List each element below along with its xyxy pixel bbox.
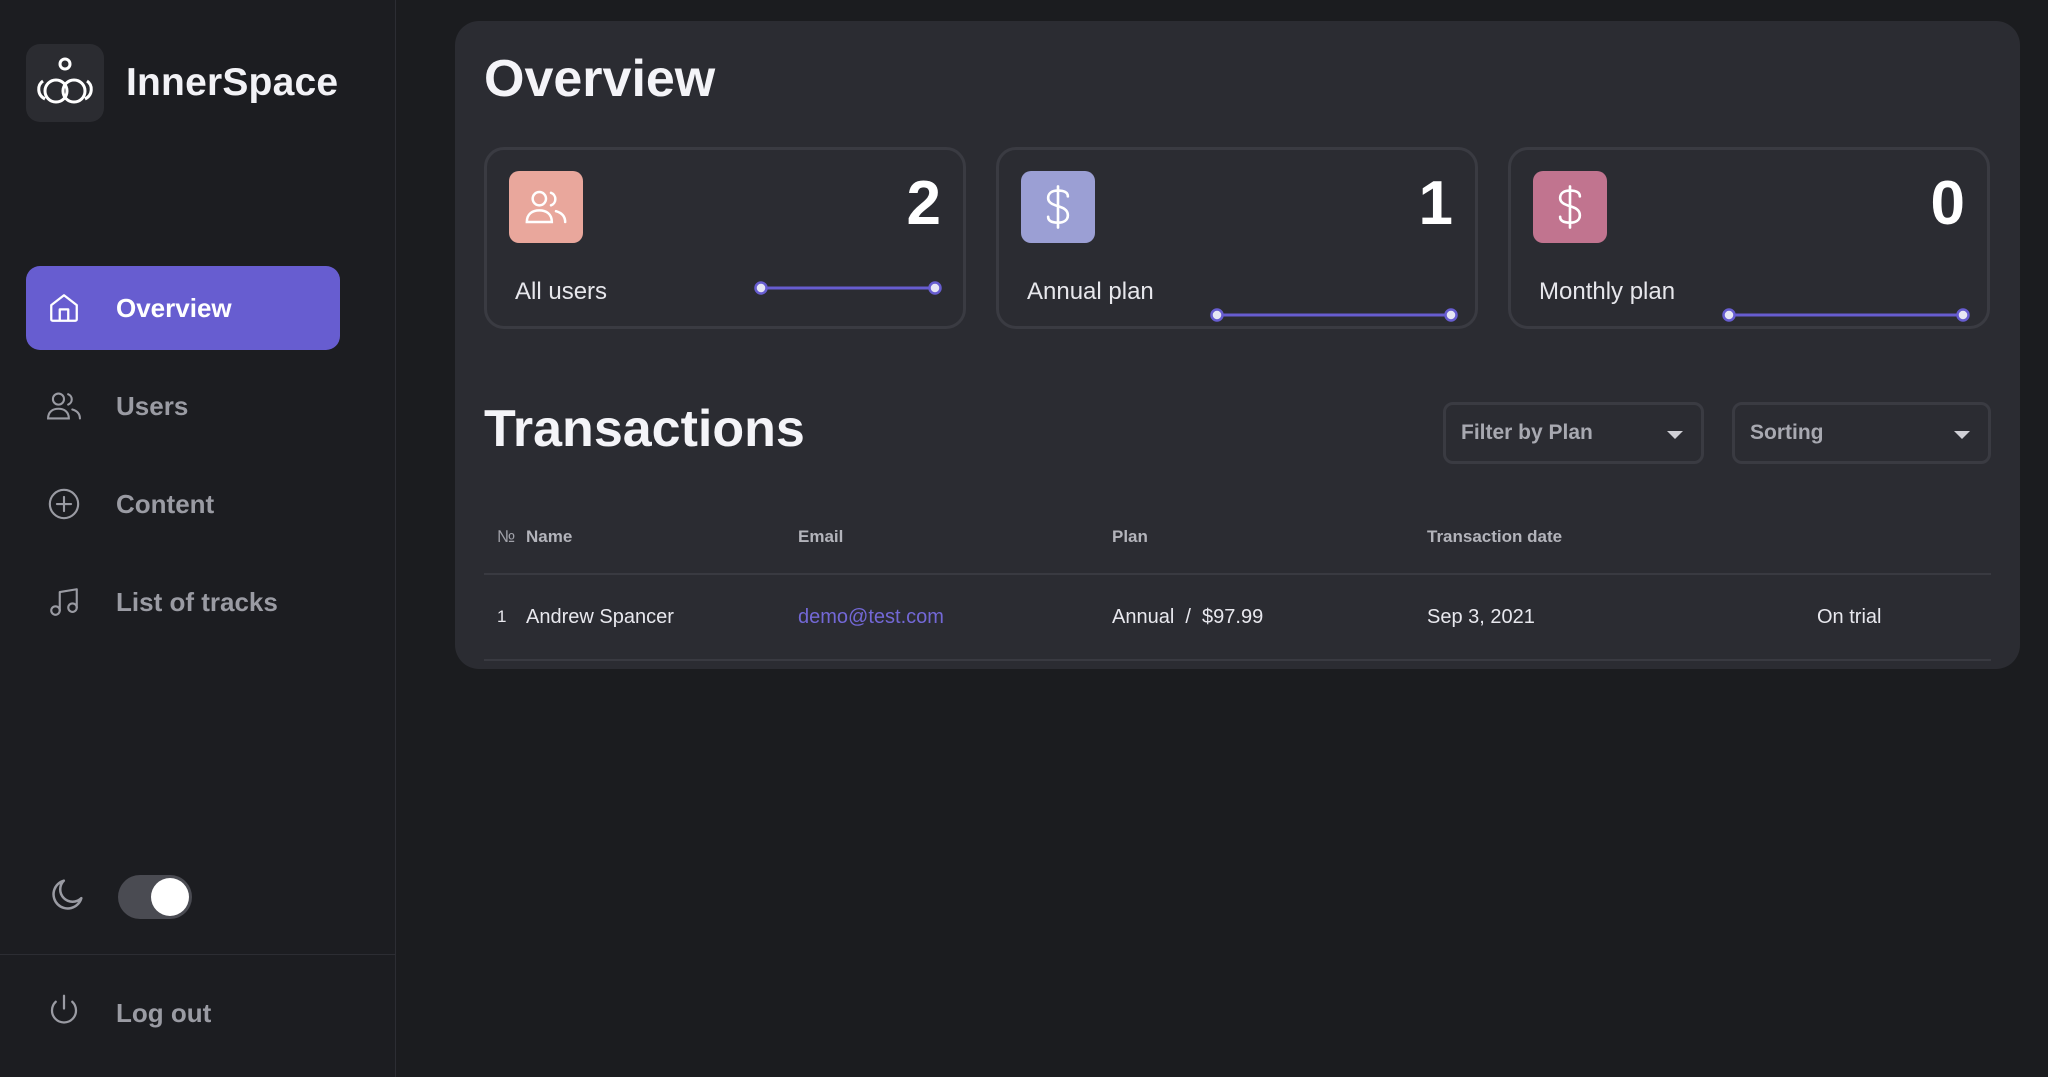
sidebar-item-label: Content [116, 488, 215, 519]
sidebar-item-overview[interactable]: Overview [26, 266, 340, 350]
stat-card-annual-plan[interactable]: 1 Annual plan [996, 147, 1478, 329]
column-header-plan[interactable]: Plan [1112, 527, 1427, 547]
cell-number: 1 [497, 607, 507, 626]
table-header: № Name Email Plan Transaction date [484, 501, 1991, 575]
plus-circle-icon [46, 486, 82, 522]
dollar-icon [1021, 171, 1095, 243]
stat-card-monthly-plan[interactable]: 0 Monthly plan [1508, 147, 1990, 329]
cell-plan: Annual / $97.99 [1112, 605, 1264, 628]
sidebar-divider [0, 954, 396, 955]
overview-panel: Overview 2 All users 1 Annual plan 0 Mon… [455, 21, 2020, 669]
sidebar-item-content[interactable]: Content [26, 462, 340, 546]
brand-logo [26, 44, 104, 122]
theme-switcher [48, 874, 192, 919]
column-header-number: № [497, 527, 516, 546]
logout-button[interactable]: Log out [46, 992, 211, 1035]
stat-card-all-users[interactable]: 2 All users [484, 147, 966, 329]
home-icon [46, 290, 82, 326]
users-icon [509, 171, 583, 243]
music-note-icon [46, 584, 82, 620]
sidebar-item-label: Overview [116, 292, 232, 323]
stat-value: 0 [1930, 169, 1965, 238]
filter-by-plan-select[interactable]: Filter by Plan [1443, 402, 1704, 464]
sidebar: InnerSpace Overview Users Content List o… [0, 0, 396, 1077]
stat-label: Monthly plan [1539, 278, 1676, 305]
sidebar-nav: Overview Users Content List of tracks [26, 266, 340, 658]
sidebar-item-label: List of tracks [116, 586, 278, 617]
caret-down-icon [1954, 431, 1970, 439]
column-header-email[interactable]: Email [798, 527, 1112, 547]
dark-mode-toggle[interactable] [118, 874, 192, 919]
sorting-select[interactable]: Sorting [1732, 402, 1991, 464]
brand-name: InnerSpace [126, 61, 339, 104]
sidebar-item-label: Users [116, 390, 189, 421]
cell-transaction-date: Sep 3, 2021 [1427, 605, 1535, 628]
stat-label: Annual plan [1027, 278, 1154, 305]
dollar-icon [1533, 171, 1607, 243]
sidebar-item-list-of-tracks[interactable]: List of tracks [26, 560, 340, 644]
trend-line [1210, 308, 1458, 322]
select-value: Filter by Plan [1461, 421, 1593, 444]
caret-down-icon [1667, 431, 1683, 439]
transactions-title: Transactions [484, 400, 805, 458]
column-header-name[interactable]: Name [526, 527, 798, 547]
sidebar-item-users[interactable]: Users [26, 364, 340, 448]
cell-name: Andrew Spancer [526, 605, 674, 628]
cell-email-link[interactable]: demo@test.com [798, 606, 1112, 629]
trend-line [754, 281, 942, 295]
brand[interactable]: InnerSpace [26, 44, 338, 122]
toggle-knob [151, 877, 189, 916]
stat-value: 1 [1418, 169, 1453, 238]
select-value: Sorting [1750, 421, 1824, 444]
cell-status: On trial [1817, 605, 1882, 628]
logout-label: Log out [116, 998, 212, 1028]
power-icon [46, 992, 82, 1035]
stat-value: 2 [906, 169, 941, 238]
stat-label: All users [515, 278, 608, 305]
transactions-table: № Name Email Plan Transaction date 1 And… [484, 501, 1991, 661]
moon-icon [48, 874, 88, 919]
table-row[interactable]: 1 Andrew Spancer demo@test.com Annual / … [484, 575, 1991, 661]
users-icon [46, 388, 82, 424]
trend-line [1722, 308, 1970, 322]
page-title: Overview [484, 50, 716, 108]
column-header-transaction-date[interactable]: Transaction date [1427, 527, 1817, 547]
